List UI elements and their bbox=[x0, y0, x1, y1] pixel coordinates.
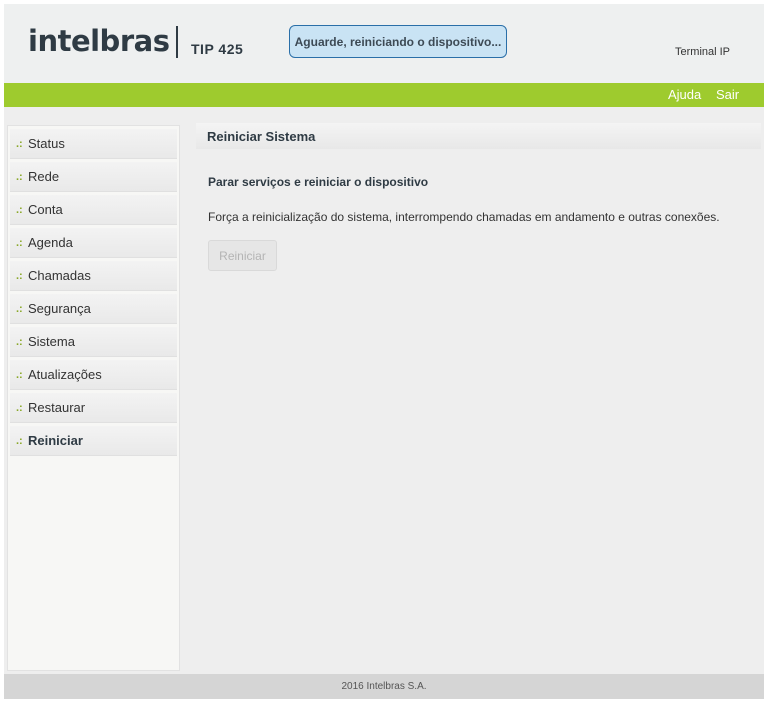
main-content: Reiniciar Sistema Parar serviços e reini… bbox=[193, 123, 763, 671]
sidebar-item-status[interactable]: .: Status bbox=[10, 129, 177, 159]
sidebar-menu: .: Status .: Rede .: Conta .: Agenda .: … bbox=[7, 125, 180, 671]
logo-divider bbox=[176, 26, 178, 58]
sidebar-item-conta[interactable]: .: Conta bbox=[10, 195, 177, 225]
sidebar-item-label: Status bbox=[28, 136, 65, 151]
restart-notice: Aguarde, reiniciando o dispositivo... bbox=[289, 25, 507, 58]
sidebar-item-seguranca[interactable]: .: Segurança bbox=[10, 294, 177, 324]
sidebar-item-atualizacoes[interactable]: .: Atualizações bbox=[10, 360, 177, 390]
device-type: Terminal IP bbox=[675, 46, 731, 58]
sidebar-item-label: Agenda bbox=[28, 235, 73, 250]
brand-logo: intelbras bbox=[28, 24, 170, 58]
logout-link[interactable]: Sair bbox=[716, 87, 739, 102]
page-title: Reiniciar Sistema bbox=[196, 123, 761, 149]
section-title: Parar serviços e reiniciar o dispositivo bbox=[208, 175, 429, 189]
header: intelbras TIP 425 Aguarde, reiniciando o… bbox=[4, 4, 764, 83]
sidebar-item-sistema[interactable]: .: Sistema bbox=[10, 327, 177, 357]
sidebar-item-label: Rede bbox=[28, 169, 60, 184]
bullet-icon: .: bbox=[16, 302, 23, 315]
sidebar-item-chamadas[interactable]: .: Chamadas bbox=[10, 261, 177, 291]
sidebar-item-label: Restaurar bbox=[28, 400, 86, 415]
sidebar-item-restaurar[interactable]: .: Restaurar bbox=[10, 393, 177, 423]
bullet-icon: .: bbox=[16, 236, 23, 249]
bullet-icon: .: bbox=[16, 170, 23, 183]
bullet-icon: .: bbox=[16, 203, 23, 216]
sidebar-item-agenda[interactable]: .: Agenda bbox=[10, 228, 177, 258]
app-frame: intelbras TIP 425 Aguarde, reiniciando o… bbox=[4, 4, 764, 699]
device-model: TIP 425 bbox=[191, 41, 244, 57]
bullet-icon: .: bbox=[16, 335, 23, 348]
bullet-icon: .: bbox=[16, 269, 23, 282]
footer-copyright: 2016 Intelbras S.A. bbox=[4, 674, 764, 699]
section-description: Força a reinicialização do sistema, inte… bbox=[208, 210, 720, 224]
top-nav-bar: Ajuda Sair bbox=[4, 83, 764, 107]
sidebar-item-label: Conta bbox=[28, 202, 63, 217]
sidebar-item-label: Sistema bbox=[28, 334, 75, 349]
bullet-icon: .: bbox=[16, 368, 23, 381]
sidebar-item-label: Chamadas bbox=[28, 268, 91, 283]
sidebar-item-reiniciar[interactable]: .: Reiniciar bbox=[10, 426, 177, 456]
sidebar-item-label: Reiniciar bbox=[28, 433, 83, 448]
bullet-icon: .: bbox=[16, 401, 23, 414]
sidebar-item-label: Atualizações bbox=[28, 367, 102, 382]
bullet-icon: .: bbox=[16, 137, 23, 150]
help-link[interactable]: Ajuda bbox=[668, 87, 701, 102]
sidebar-item-rede[interactable]: .: Rede bbox=[10, 162, 177, 192]
restart-button[interactable]: Reiniciar bbox=[208, 240, 277, 271]
sidebar-item-label: Segurança bbox=[28, 301, 91, 316]
bullet-icon: .: bbox=[16, 434, 23, 447]
